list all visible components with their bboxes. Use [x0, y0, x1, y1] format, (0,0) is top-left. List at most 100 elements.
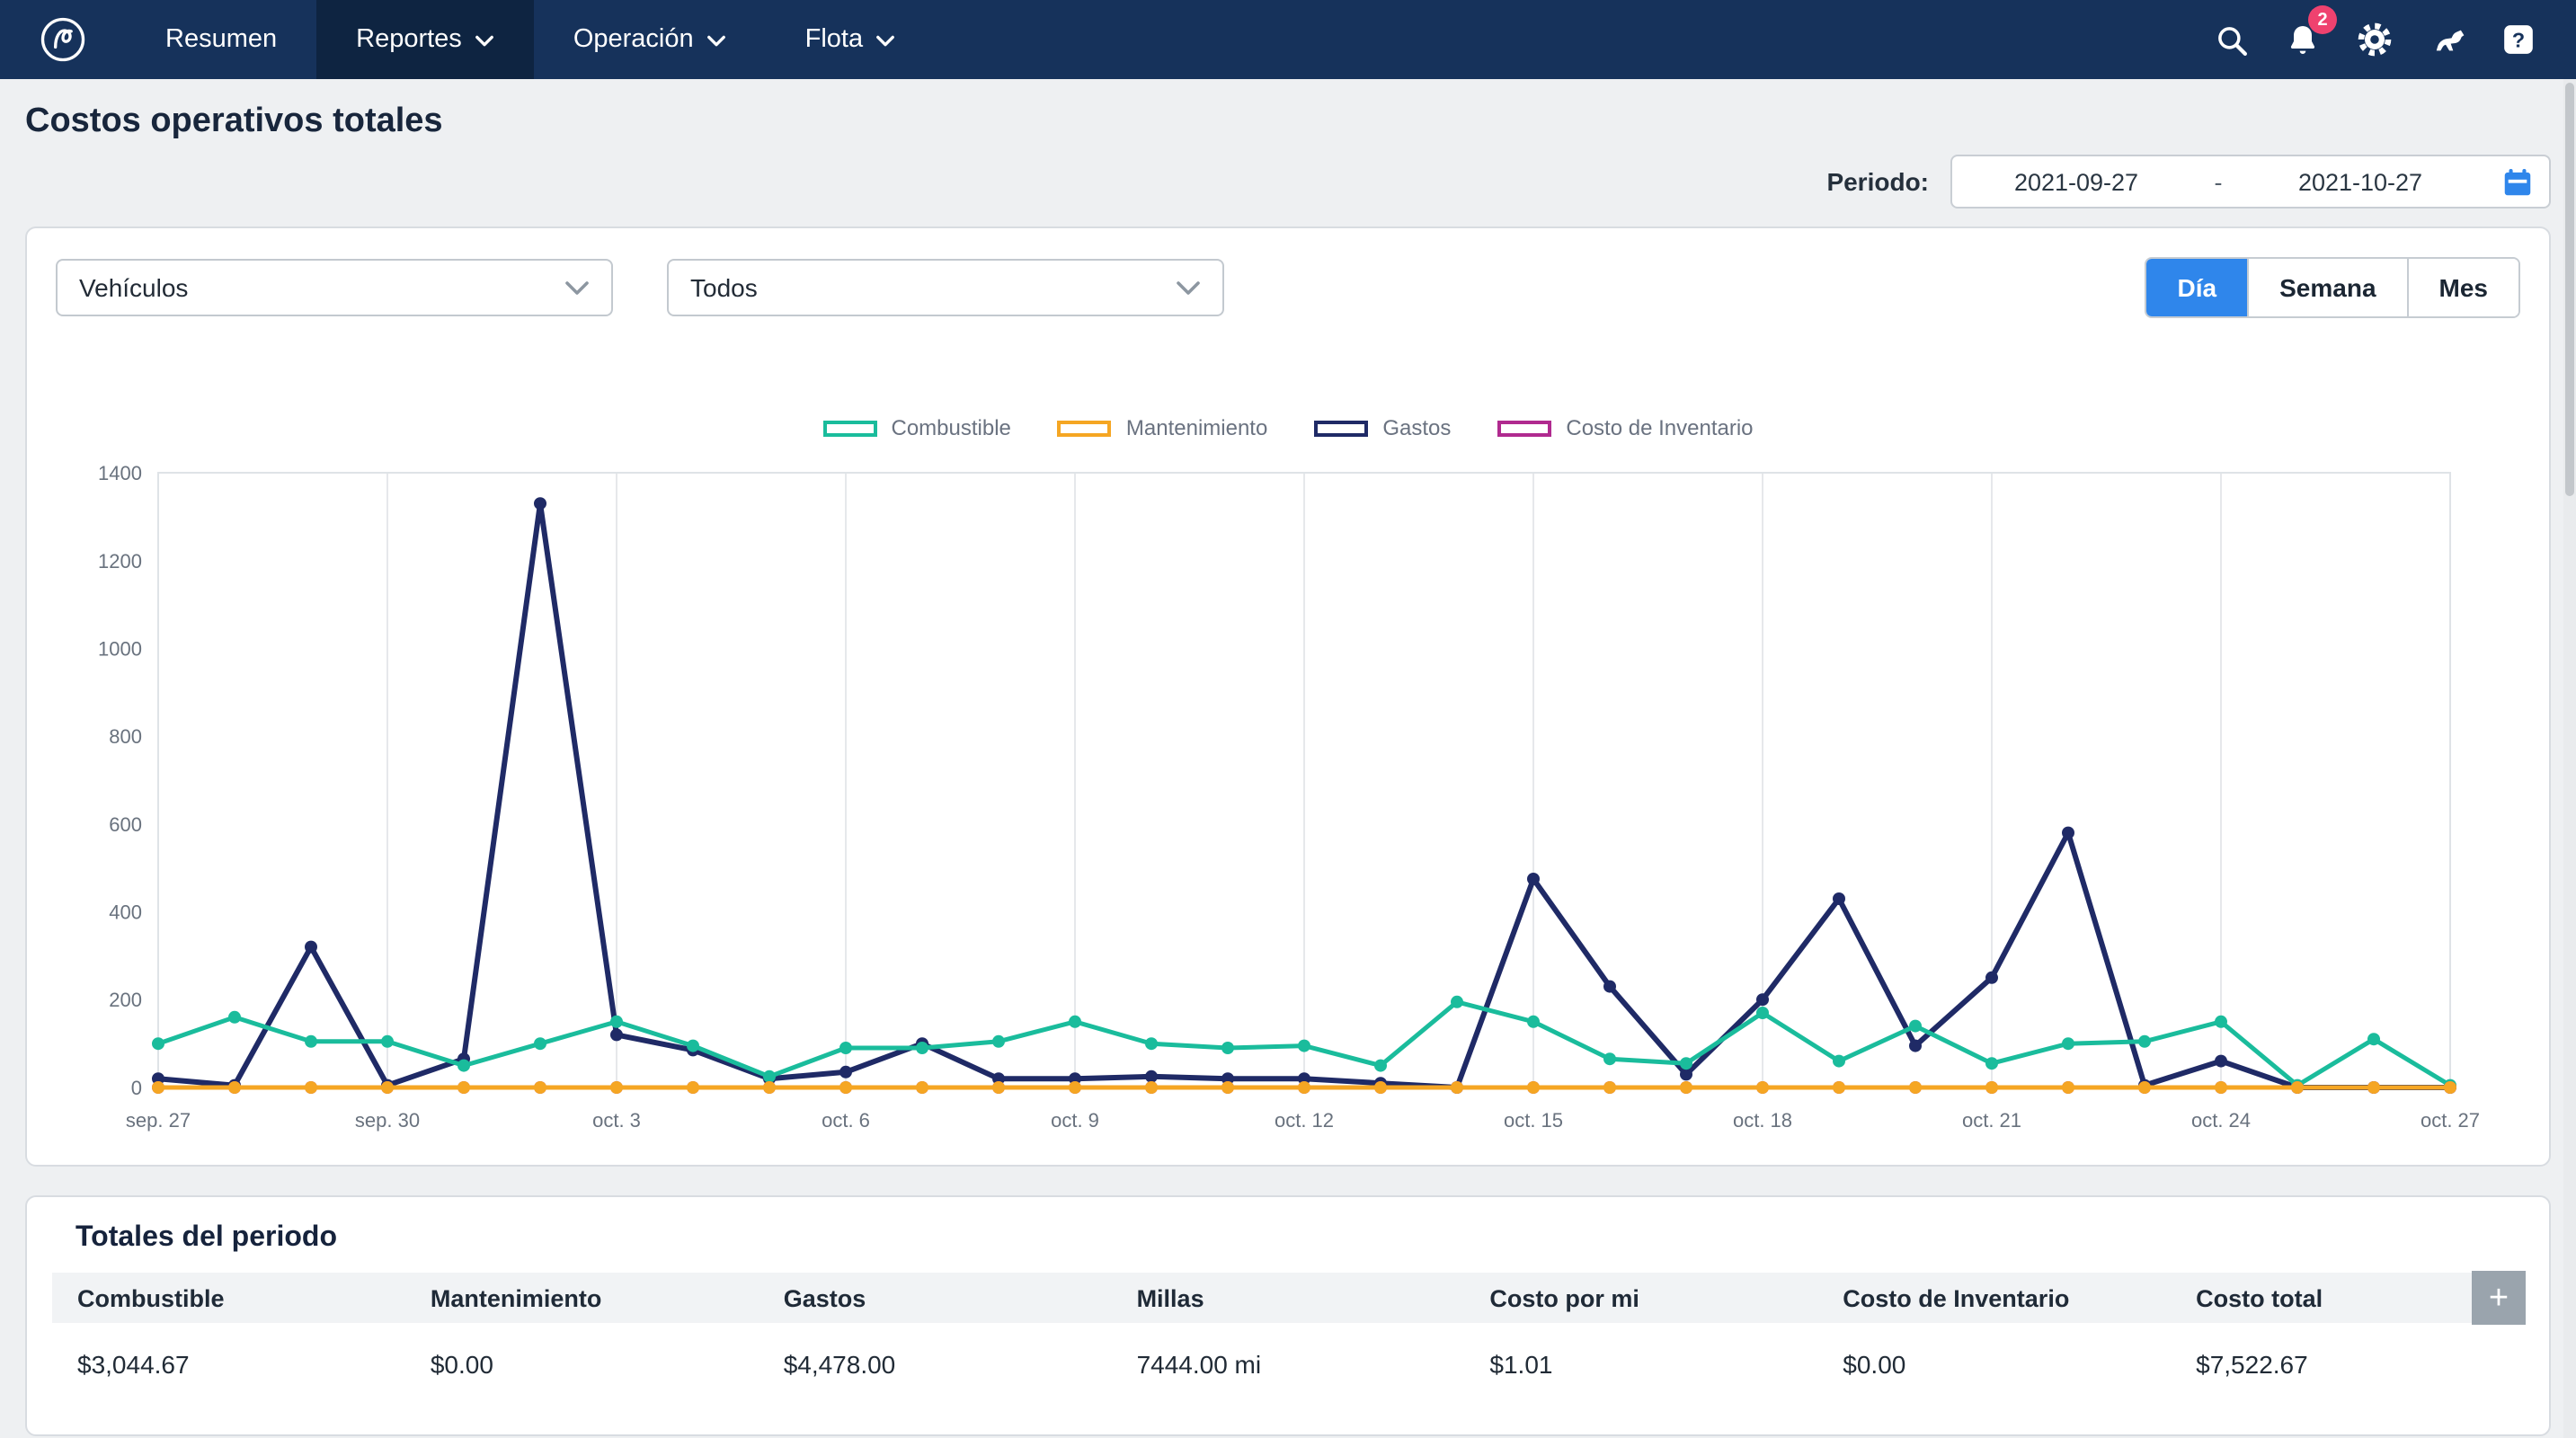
help-button[interactable]: ?	[2483, 0, 2554, 79]
svg-text:oct. 6: oct. 6	[822, 1109, 870, 1132]
column-header-gastos: Gastos	[759, 1284, 1112, 1311]
notification-badge: 2	[2308, 5, 2337, 34]
period-row: Periodo: 2021-09-27 - 2021-10-27	[25, 155, 2551, 209]
svg-text:oct. 3: oct. 3	[592, 1109, 641, 1132]
legend-swatch	[1058, 420, 1112, 436]
chevron-down-icon	[564, 280, 590, 296]
chart-legend: Combustible Mantenimiento Gastos Costo de I…	[56, 415, 2520, 440]
svg-text:oct. 12: oct. 12	[1275, 1109, 1334, 1132]
app-window: Resumen Reportes Operación Flota 2	[0, 0, 2576, 1438]
nav-item-label: Flota	[805, 25, 864, 54]
chevron-down-icon	[706, 34, 726, 49]
page-title: Costos operativos totales	[25, 102, 2551, 142]
nav-item-label: Reportes	[356, 25, 462, 54]
granularity-semana[interactable]: Semana	[2247, 259, 2406, 316]
svg-text:oct. 27: oct. 27	[2421, 1109, 2480, 1132]
svg-text:oct. 9: oct. 9	[1051, 1109, 1099, 1132]
granularity-toggle: DíaSemanaMes	[2145, 257, 2520, 318]
svg-text:0: 0	[131, 1077, 142, 1099]
chart-card: Vehículos Todos DíaSemanaMes Combustible…	[25, 226, 2551, 1167]
total-value-costo-por-mi: $1.01	[1464, 1350, 1817, 1379]
vehicles-dropdown[interactable]: Vehículos	[56, 259, 613, 316]
svg-text:sep. 27: sep. 27	[126, 1109, 191, 1132]
totals-table-header: CombustibleMantenimientoGastosMillasCost…	[52, 1273, 2524, 1323]
nav-item-label: Operación	[573, 25, 694, 54]
filters-row: Vehículos Todos DíaSemanaMes	[56, 257, 2520, 318]
nav-item-reportes[interactable]: Reportes	[316, 0, 534, 79]
column-header-costo-por-mi: Costo por mi	[1464, 1284, 1817, 1311]
vehicles-dropdown-value: Vehículos	[79, 273, 564, 302]
chevron-down-icon	[475, 34, 494, 49]
svg-text:1200: 1200	[98, 550, 142, 573]
legend-item-costo-de-inventario[interactable]: Costo de Inventario	[1497, 415, 1753, 440]
svg-text:?: ?	[2512, 29, 2525, 52]
date-separator: -	[2200, 168, 2236, 195]
totals-card: Totales del periodo CombustibleMantenimi…	[25, 1195, 2551, 1436]
kangaroo-icon	[2428, 21, 2465, 58]
svg-text:800: 800	[109, 725, 142, 748]
svg-text:oct. 18: oct. 18	[1733, 1109, 1792, 1132]
svg-text:400: 400	[109, 901, 142, 924]
notifications-button[interactable]: 2	[2267, 0, 2339, 79]
chevron-down-icon	[875, 34, 895, 49]
search-button[interactable]	[2195, 0, 2267, 79]
chevron-down-icon	[1176, 280, 1201, 296]
nav-item-resumen[interactable]: Resumen	[126, 0, 316, 79]
totals-table-row: $3,044.67$0.00$4,478.007444.00 mi$1.01$0…	[52, 1323, 2524, 1406]
legend-label: Gastos	[1382, 415, 1451, 440]
calendar-icon	[2500, 164, 2534, 199]
legend-swatch	[1497, 420, 1551, 436]
help-icon: ?	[2500, 22, 2536, 58]
calendar-button[interactable]	[2484, 164, 2549, 199]
end-date-value[interactable]: 2021-10-27	[2236, 168, 2484, 195]
legend-label: Combustible	[892, 415, 1011, 440]
date-range-picker[interactable]: 2021-09-27 - 2021-10-27	[1950, 155, 2551, 209]
legend-label: Mantenimiento	[1126, 415, 1267, 440]
total-value-costo-total: $7,522.67	[2171, 1350, 2524, 1379]
totals-title: Totales del periodo	[76, 1222, 2524, 1255]
logo-icon	[36, 13, 90, 67]
nav-item-operacion[interactable]: Operación	[534, 0, 766, 79]
legend-label: Costo de Inventario	[1566, 415, 1753, 440]
svg-text:oct. 15: oct. 15	[1504, 1109, 1563, 1132]
total-value-combustible: $3,044.67	[52, 1350, 405, 1379]
nav-item-label: Resumen	[165, 25, 277, 54]
column-header-combustible: Combustible	[52, 1284, 405, 1311]
column-header-costo-de-inventario: Costo de Inventario	[1817, 1284, 2171, 1311]
search-icon	[2212, 21, 2250, 58]
granularity-dia[interactable]: Día	[2147, 259, 2248, 316]
start-date-value[interactable]: 2021-09-27	[1952, 168, 2200, 195]
legend-swatch	[823, 420, 877, 436]
nav-items: Resumen Reportes Operación Flota	[126, 0, 935, 79]
group-dropdown[interactable]: Todos	[667, 259, 1224, 316]
column-header-millas: Millas	[1112, 1284, 1465, 1311]
legend-item-gastos[interactable]: Gastos	[1314, 415, 1451, 440]
whats-new-button[interactable]	[2411, 0, 2483, 79]
chart-svg: 0200400600800100012001400sep. 27sep. 30o…	[56, 455, 2518, 1147]
settings-button[interactable]	[2339, 0, 2411, 79]
legend-item-combustible[interactable]: Combustible	[823, 415, 1011, 440]
totals-value-cells: $3,044.67$0.00$4,478.007444.00 mi$1.01$0…	[52, 1323, 2524, 1406]
period-label: Periodo:	[1826, 167, 1929, 196]
svg-text:1400: 1400	[98, 462, 142, 484]
legend-swatch	[1314, 420, 1368, 436]
settings-gear-icon	[2355, 20, 2394, 59]
nav-item-flota[interactable]: Flota	[766, 0, 936, 79]
svg-text:sep. 30: sep. 30	[355, 1109, 420, 1132]
svg-text:oct. 24: oct. 24	[2191, 1109, 2251, 1132]
svg-text:oct. 21: oct. 21	[1962, 1109, 2021, 1132]
total-value-costo-de-inventario: $0.00	[1817, 1350, 2171, 1379]
granularity-mes[interactable]: Mes	[2407, 259, 2518, 316]
svg-text:1000: 1000	[98, 637, 142, 660]
navbar-actions: 2 ?	[2195, 0, 2576, 79]
legend-item-mantenimiento[interactable]: Mantenimiento	[1058, 415, 1267, 440]
totals-header-cells: CombustibleMantenimientoGastosMillasCost…	[52, 1273, 2524, 1323]
add-button[interactable]: +	[2472, 1271, 2526, 1325]
scrollbar-thumb[interactable]	[2565, 83, 2574, 496]
group-dropdown-value: Todos	[690, 273, 1176, 302]
svg-text:600: 600	[109, 813, 142, 836]
scrollbar[interactable]	[2563, 79, 2576, 1438]
main-content: Costos operativos totales Periodo: 2021-…	[0, 102, 2576, 1436]
logo[interactable]	[0, 0, 126, 79]
total-value-millas: 7444.00 mi	[1112, 1350, 1465, 1379]
